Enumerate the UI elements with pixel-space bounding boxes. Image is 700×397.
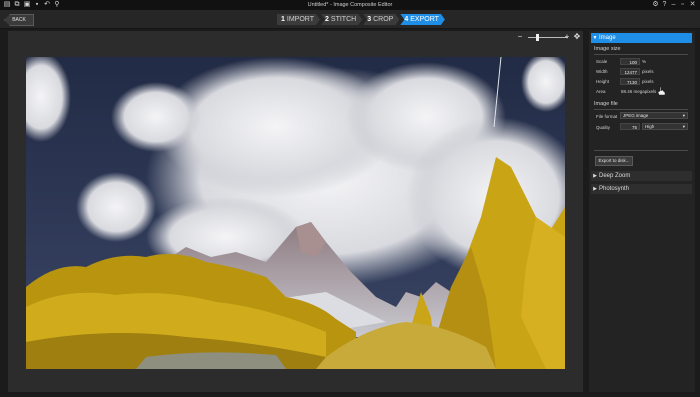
divider bbox=[594, 54, 688, 55]
chevron-down-icon: ▾ bbox=[682, 124, 685, 129]
photosynth-section-header[interactable]: ▶ Photosynth bbox=[591, 184, 692, 194]
minimize-button[interactable]: – bbox=[669, 0, 678, 10]
zoom-fit-icon[interactable]: ✥ bbox=[573, 33, 581, 41]
workflow-toolbar: BACK 1 IMPORT 2 STITCH 3 CROP 4 EXPORT bbox=[0, 10, 700, 29]
image-section-header[interactable]: ▼ Image bbox=[591, 33, 692, 43]
scale-input[interactable]: 100 bbox=[620, 58, 640, 65]
section-title: Image bbox=[599, 35, 616, 41]
height-label: Height bbox=[596, 79, 610, 84]
step-label: IMPORT bbox=[286, 16, 315, 23]
zoom-slider-thumb[interactable] bbox=[536, 34, 539, 41]
workflow-steps: 1 IMPORT 2 STITCH 3 CROP 4 EXPORT bbox=[277, 14, 446, 25]
back-button[interactable]: BACK bbox=[4, 14, 34, 26]
file-format-label: File format bbox=[596, 114, 618, 119]
step-number: 2 bbox=[325, 16, 329, 23]
section-title: Photosynth bbox=[599, 186, 630, 192]
panorama-image bbox=[26, 57, 565, 369]
step-label: EXPORT bbox=[410, 16, 439, 23]
window-title: Untitled* - Image Composite Editor bbox=[307, 2, 393, 8]
close-button[interactable]: ✕ bbox=[688, 0, 697, 10]
step-export[interactable]: 4 EXPORT bbox=[400, 14, 445, 25]
area-label: Area bbox=[596, 89, 606, 94]
zoom-out-icon[interactable]: − bbox=[516, 33, 524, 41]
file-format-select[interactable]: JPEG image ▾ bbox=[620, 112, 688, 119]
title-bar: ▤ ⧉ ▣ ▪ ↶ ⚲ Untitled* - Image Composite … bbox=[0, 0, 700, 10]
step-label: CROP bbox=[373, 16, 394, 23]
step-label: STITCH bbox=[330, 16, 357, 23]
width-input[interactable]: 12477 bbox=[620, 68, 640, 75]
quality-level-select[interactable]: High ▾ bbox=[642, 123, 688, 130]
height-input[interactable]: 7130 bbox=[620, 78, 640, 85]
width-label: Width bbox=[596, 69, 608, 74]
height-unit: pixels bbox=[642, 79, 654, 84]
step-import[interactable]: 1 IMPORT bbox=[277, 14, 320, 25]
scale-unit: % bbox=[642, 59, 647, 64]
step-number: 4 bbox=[404, 16, 409, 23]
deep-zoom-section-header[interactable]: ▶ Deep Zoom bbox=[591, 171, 692, 181]
help-icon[interactable]: ? bbox=[660, 0, 669, 10]
quality-level-value: High bbox=[645, 124, 655, 129]
chevron-down-icon: ▼ bbox=[592, 35, 598, 41]
zoom-control: − + ✥ bbox=[516, 33, 582, 43]
chevron-right-icon: ▶ bbox=[593, 173, 597, 179]
chevron-down-icon: ▾ bbox=[682, 113, 685, 118]
zoom-slider[interactable] bbox=[528, 34, 568, 41]
hand-cursor-icon bbox=[658, 87, 665, 96]
divider bbox=[594, 150, 688, 151]
image-size-heading: Image size bbox=[594, 46, 621, 52]
step-stitch[interactable]: 2 STITCH bbox=[321, 14, 362, 25]
quality-input[interactable]: 75 bbox=[620, 123, 640, 130]
quality-label: Quality bbox=[596, 125, 611, 130]
chevron-right-icon: ▶ bbox=[593, 186, 597, 192]
area-value: 88.46 megapixels bbox=[621, 89, 657, 94]
step-crop[interactable]: 3 CROP bbox=[363, 14, 399, 25]
scale-label: Scale bbox=[596, 59, 608, 64]
export-to-disk-button[interactable]: Export to disk... bbox=[595, 156, 633, 166]
zoom-in-icon[interactable]: + bbox=[563, 33, 571, 41]
maximize-button[interactable]: ▫ bbox=[678, 0, 687, 10]
section-title: Deep Zoom bbox=[599, 173, 631, 179]
step-number: 1 bbox=[281, 16, 285, 23]
settings-icon[interactable]: ⚙ bbox=[651, 0, 660, 10]
file-format-value: JPEG image bbox=[623, 113, 649, 118]
export-panel bbox=[589, 31, 695, 392]
divider bbox=[594, 109, 688, 110]
step-number: 3 bbox=[367, 16, 372, 23]
width-unit: pixels bbox=[642, 69, 654, 74]
image-file-heading: Image file bbox=[594, 101, 618, 107]
